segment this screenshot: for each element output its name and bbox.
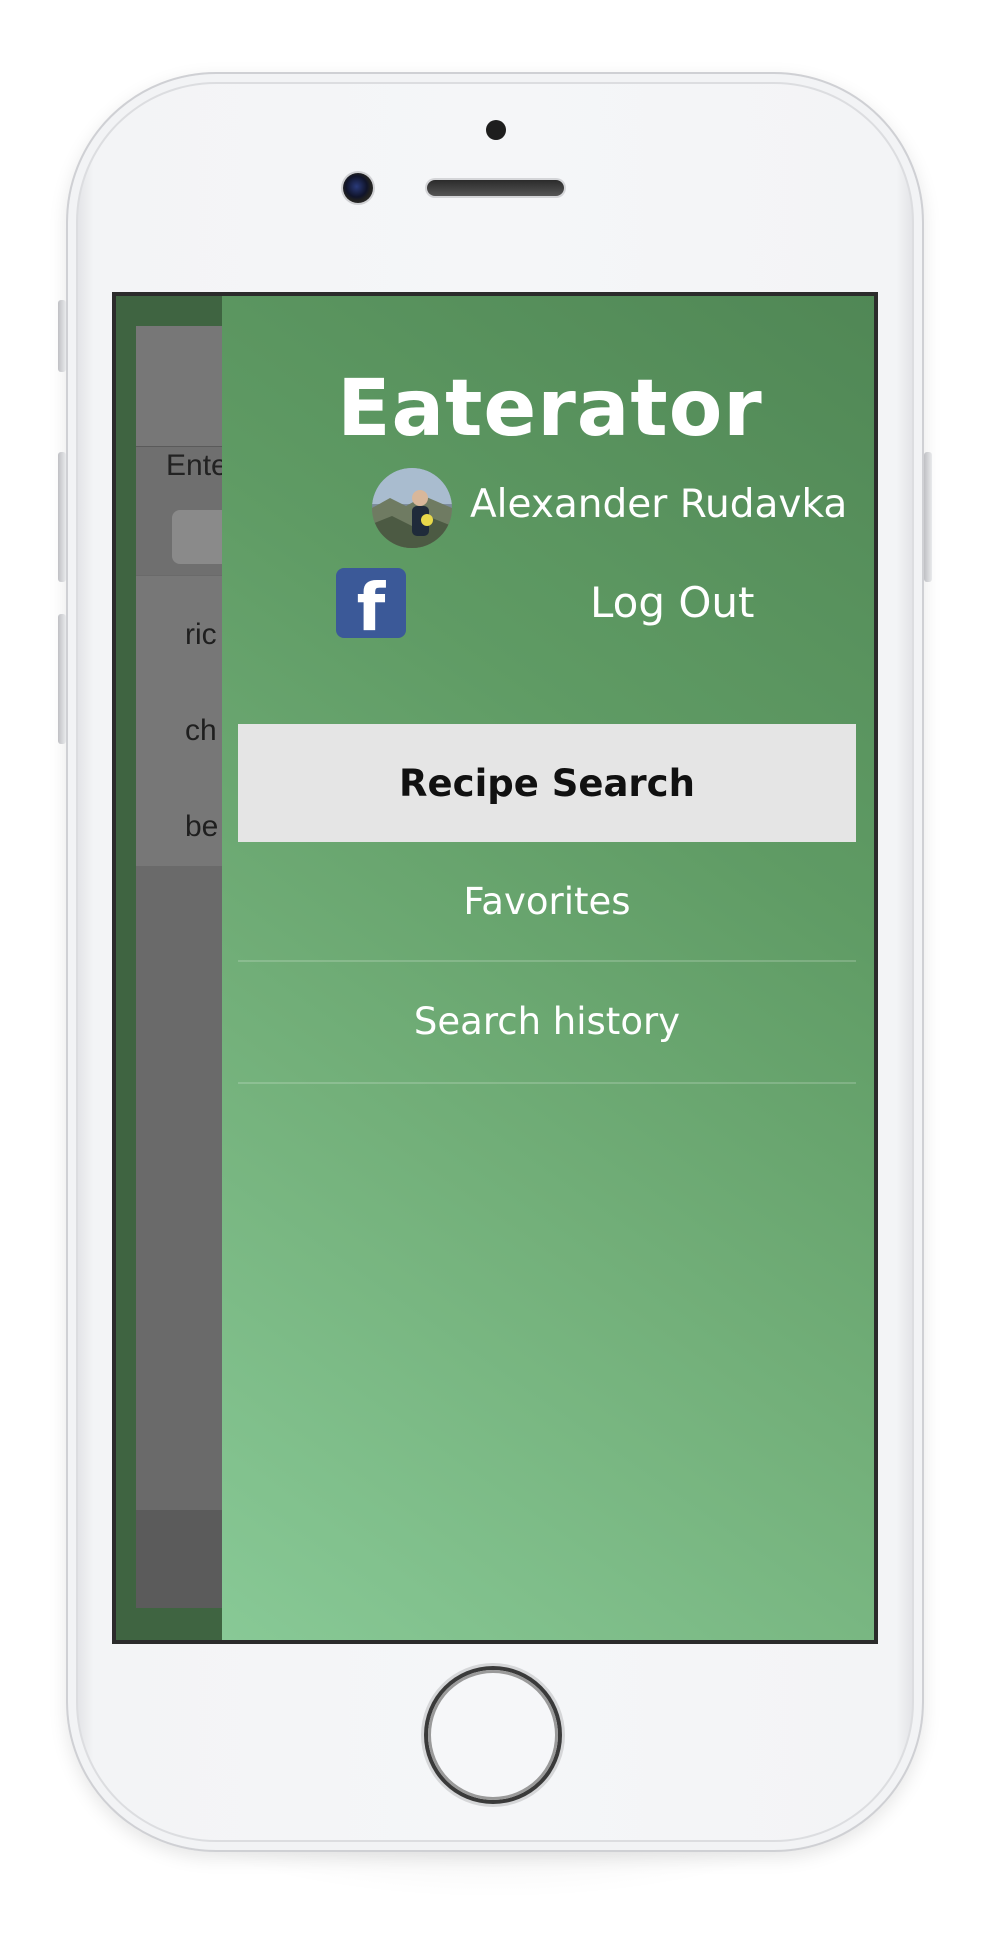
side-menu-drawer: Eaterator Alexander Rudavka f Log Out Re… <box>222 296 874 1640</box>
volume-down-button <box>58 614 66 744</box>
facebook-icon: f <box>336 568 406 638</box>
front-camera <box>343 173 373 203</box>
phone-screen: Ente ric ch be Eaterator Alexander Rudav… <box>112 292 878 1644</box>
user-name: Alexander Rudavka <box>470 482 848 527</box>
menu-item-favorites[interactable]: Favorites <box>238 842 856 960</box>
home-button[interactable] <box>428 1670 558 1800</box>
proximity-sensor <box>486 120 506 140</box>
app-title: Eaterator <box>337 364 763 454</box>
menu-item-label: Recipe Search <box>399 761 695 805</box>
background-list-item: ch <box>185 714 217 747</box>
power-button <box>924 452 932 582</box>
menu-divider <box>238 1082 856 1084</box>
user-avatar[interactable] <box>372 468 452 548</box>
logout-button[interactable]: Log Out <box>590 578 755 627</box>
background-list-item: be <box>185 810 219 843</box>
mute-switch <box>58 300 66 372</box>
menu-item-recipe-search[interactable]: Recipe Search <box>238 724 856 842</box>
avatar-image <box>372 468 452 548</box>
volume-up-button <box>58 452 66 582</box>
background-nav-bar <box>136 326 222 447</box>
background-tab-bar <box>136 1510 222 1608</box>
earpiece-speaker <box>427 180 564 196</box>
menu-item-label: Favorites <box>463 879 631 923</box>
menu-item-search-history[interactable]: Search history <box>238 962 856 1080</box>
menu-item-label: Search history <box>413 999 681 1043</box>
background-prompt-text: Ente <box>166 449 228 482</box>
background-list-item: ric <box>185 618 217 651</box>
